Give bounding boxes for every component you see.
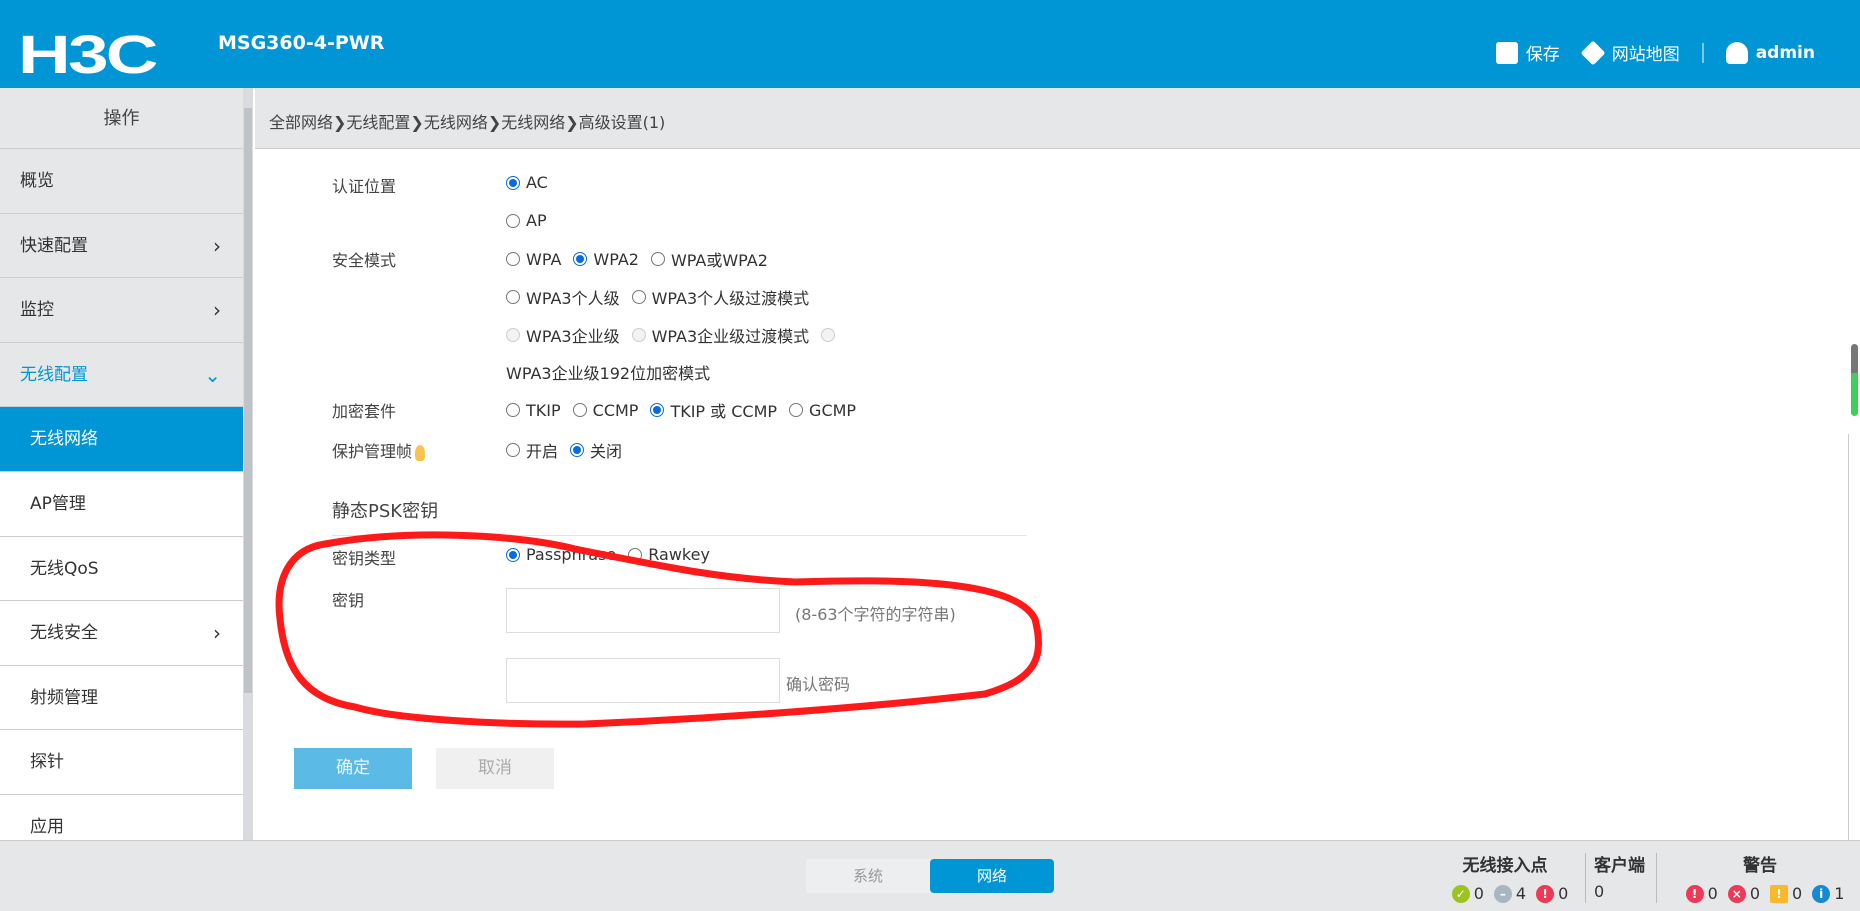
status-footer: 系统 网络 无线接入点 ✓ 0–4! 0 客户端 0 警告 ! 0 × 0! 0 i 1 bbox=[0, 840, 1860, 911]
sidebar-item-label: 监控 bbox=[20, 300, 54, 321]
ap-online: 0 bbox=[1473, 884, 1484, 903]
chevron-right-icon: › bbox=[213, 621, 221, 646]
save-label: 保存 bbox=[1525, 45, 1560, 65]
h3c-logo: H3C bbox=[18, 25, 158, 85]
device-model: MSG360-4-PWR bbox=[218, 32, 385, 54]
sidebar-title: 操作 bbox=[0, 88, 243, 149]
sidebar-item[interactable]: 无线配置 ⌄ bbox=[0, 343, 243, 408]
form-area: 认证位置 AC AP 安全模式 WPA WPA2 WPA或WPA2 WPA3个人级 W… bbox=[255, 149, 1848, 840]
sidebar-item[interactable]: 无线QoS bbox=[0, 536, 243, 602]
sidebar-item-label: 无线网络 bbox=[30, 429, 98, 450]
ap-status[interactable]: 无线接入点 ✓ 0–4! 0 bbox=[1430, 851, 1580, 903]
user-icon bbox=[1725, 41, 1748, 64]
sitemap-label: 网站地图 bbox=[1611, 45, 1680, 65]
alarm-info: 1 bbox=[1834, 884, 1845, 903]
sitemap-button[interactable]: 网站地图 bbox=[1580, 40, 1680, 65]
sidebar-item-label: 射频管理 bbox=[30, 687, 98, 708]
sidebar-item[interactable]: 无线网络 bbox=[0, 407, 243, 472]
sidebar-item[interactable]: 监控 › bbox=[0, 278, 243, 343]
save-button[interactable]: 保存 bbox=[1495, 40, 1560, 65]
sidebar-item[interactable]: AP管理 bbox=[0, 471, 243, 537]
save-icon bbox=[1495, 41, 1518, 64]
tab-network[interactable]: 网络 bbox=[930, 859, 1054, 893]
sidebar-item[interactable]: 概览 bbox=[0, 149, 243, 214]
sidebar-item-label: 概览 bbox=[20, 171, 54, 191]
minus-icon: – bbox=[1493, 884, 1512, 903]
sidebar-scrollbar[interactable] bbox=[243, 88, 253, 840]
sidebar-item[interactable]: 探针 bbox=[0, 730, 243, 795]
sidebar-item-label: 无线安全 bbox=[30, 623, 98, 644]
check-icon: ✓ bbox=[1451, 884, 1470, 903]
breadcrumb: 全部网络❯无线配置❯无线网络❯无线网络❯高级设置(1) bbox=[255, 88, 1860, 149]
sidebar-item-label: AP管理 bbox=[30, 493, 86, 514]
exclamation-icon: ! bbox=[1536, 884, 1555, 903]
chevron-right-icon: › bbox=[213, 298, 221, 323]
content-scrollbar[interactable] bbox=[1848, 149, 1860, 840]
sidebar-item-label: 无线配置 bbox=[20, 364, 88, 385]
red-annotation-circle bbox=[275, 531, 1042, 728]
username: admin bbox=[1755, 42, 1815, 63]
sidebar-item[interactable]: 无线安全 › bbox=[0, 601, 243, 666]
chevron-down-icon: ⌄ bbox=[204, 362, 221, 387]
clients-title: 客户端 bbox=[1594, 856, 1645, 876]
ap-offline: 4 bbox=[1515, 884, 1527, 903]
tab-system[interactable]: 系统 bbox=[806, 859, 930, 893]
ap-title: 无线接入点 bbox=[1462, 856, 1548, 876]
sidebar-item[interactable]: 应用 bbox=[0, 794, 243, 840]
sidebar-item-label: 快速配置 bbox=[20, 235, 88, 256]
top-header: H3C MSG360-4-PWR 保存 网站地图 admin bbox=[0, 0, 1860, 88]
alarms-title: 警告 bbox=[1743, 856, 1777, 876]
divider bbox=[1701, 42, 1704, 63]
sidebar-item[interactable]: 射频管理 bbox=[0, 665, 243, 731]
clients-count: 0 bbox=[1594, 882, 1605, 901]
sidebar-item-label: 探针 bbox=[30, 752, 64, 773]
ap-fault: 0 bbox=[1558, 884, 1569, 903]
critical-icon: ! bbox=[1685, 884, 1704, 903]
alarm-error: 0 bbox=[1749, 884, 1760, 903]
user-menu[interactable]: admin bbox=[1725, 41, 1815, 64]
client-status[interactable]: 客户端 0 bbox=[1594, 851, 1654, 901]
alarm-critical: 0 bbox=[1707, 884, 1718, 903]
sidebar-item[interactable]: 快速配置 › bbox=[0, 214, 243, 279]
alarm-status[interactable]: 警告 ! 0 × 0! 0 i 1 bbox=[1660, 851, 1860, 903]
sidebar-item-label: 无线QoS bbox=[30, 558, 99, 579]
error-icon: × bbox=[1727, 884, 1746, 903]
alarm-warning: 0 bbox=[1792, 884, 1803, 903]
info-icon: i bbox=[1812, 884, 1831, 903]
warning-icon: ! bbox=[1770, 884, 1788, 903]
cube-icon bbox=[1580, 40, 1606, 65]
sidebar: 操作 概览快速配置 › 监控 › 无线配置 ⌄ 无线网络 AP管理无线QoS 无线安全 › 射频管理… bbox=[0, 88, 243, 840]
sidebar-item-label: 应用 bbox=[30, 816, 64, 837]
chevron-right-icon: › bbox=[213, 233, 221, 258]
